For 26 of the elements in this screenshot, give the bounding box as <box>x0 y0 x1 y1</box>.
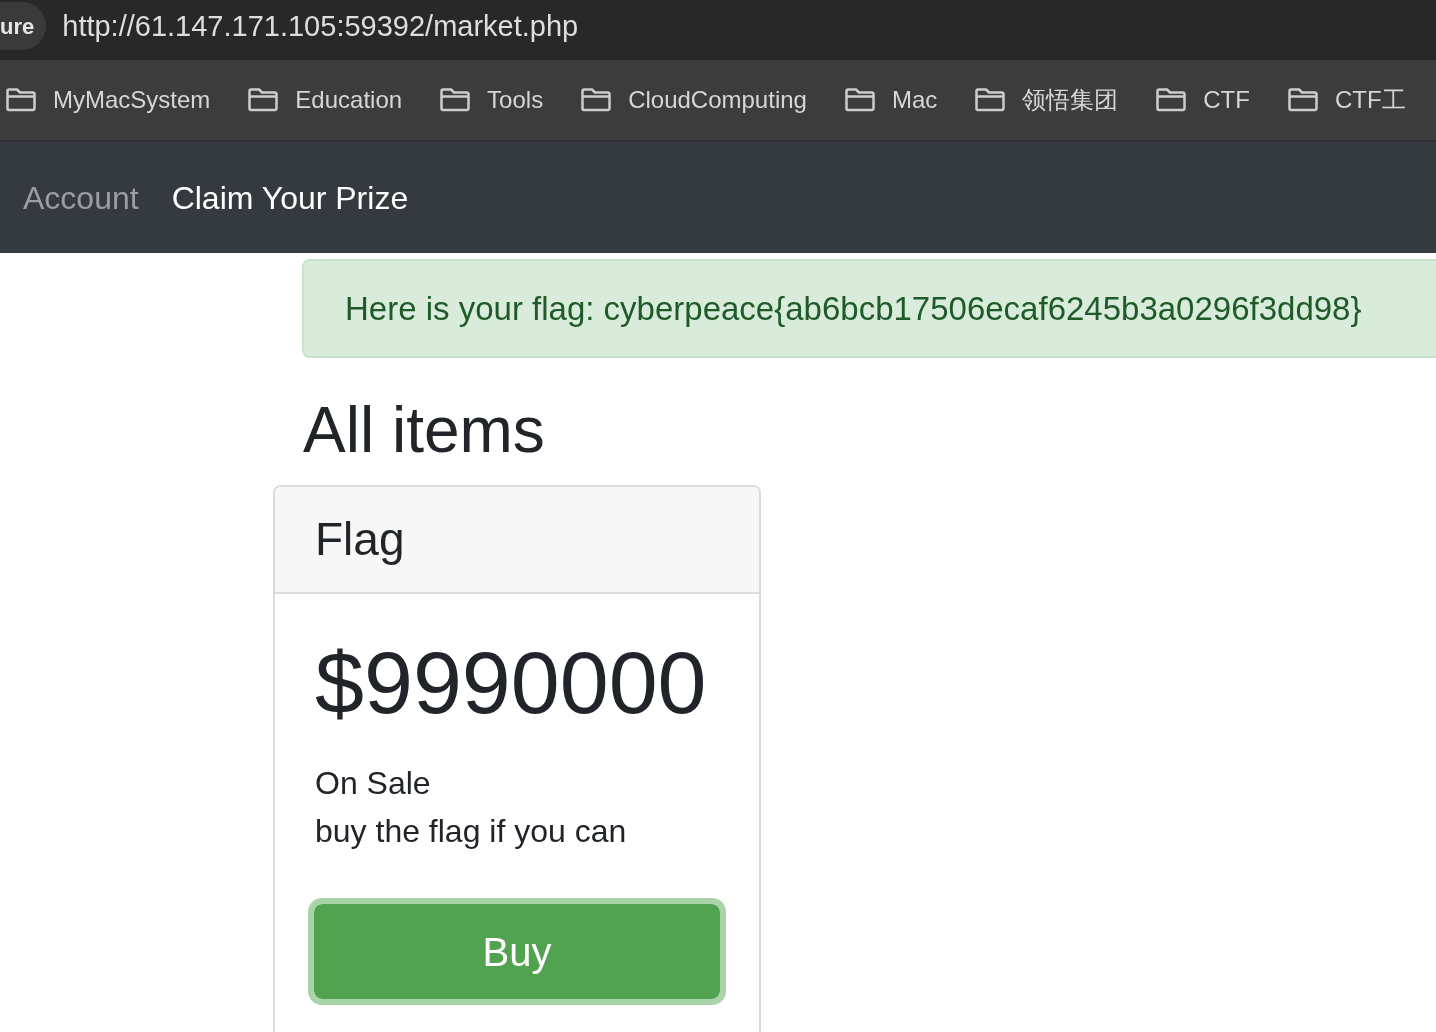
folder-icon <box>580 87 613 113</box>
item-price: $9990000 <box>315 631 707 734</box>
folder-icon <box>247 87 280 113</box>
item-status: On Sale <box>315 764 431 804</box>
url-text[interactable]: http://61.147.171.105:59392/market.php <box>62 7 579 45</box>
item-title: Flag <box>315 511 405 567</box>
page-heading: All items <box>303 393 545 468</box>
folder-icon <box>439 87 472 113</box>
flag-alert: Here is your flag: cyberpeace{ab6bcb17506ecaf6245b3a0296f3dd98} <box>302 259 1436 358</box>
folder-icon <box>1286 87 1319 113</box>
bookmark-folder[interactable]: Tools <box>439 82 544 118</box>
bookmark-folder[interactable]: CloudComputing <box>580 82 807 118</box>
folder-icon <box>843 87 876 113</box>
bookmark-folder[interactable]: Education <box>247 82 403 118</box>
nav-link[interactable]: Account <box>23 173 139 222</box>
folder-icon <box>974 87 1007 113</box>
bookmark-folder[interactable]: 领悟集团 <box>974 82 1119 118</box>
nav-link[interactable]: Claim Your Prize <box>171 173 409 222</box>
bookmark-folder[interactable]: MyMacSystem <box>5 82 211 118</box>
site-info-button[interactable]: ure <box>0 2 47 50</box>
bookmark-folder[interactable]: CTF工 <box>1286 82 1406 118</box>
folder-icon <box>5 87 37 113</box>
item-description: buy the flag if you can <box>315 812 627 852</box>
bookmark-folder[interactable]: Mac <box>843 82 938 118</box>
folder-icon <box>1155 87 1188 113</box>
bookmark-folder[interactable]: CTF <box>1155 82 1250 118</box>
